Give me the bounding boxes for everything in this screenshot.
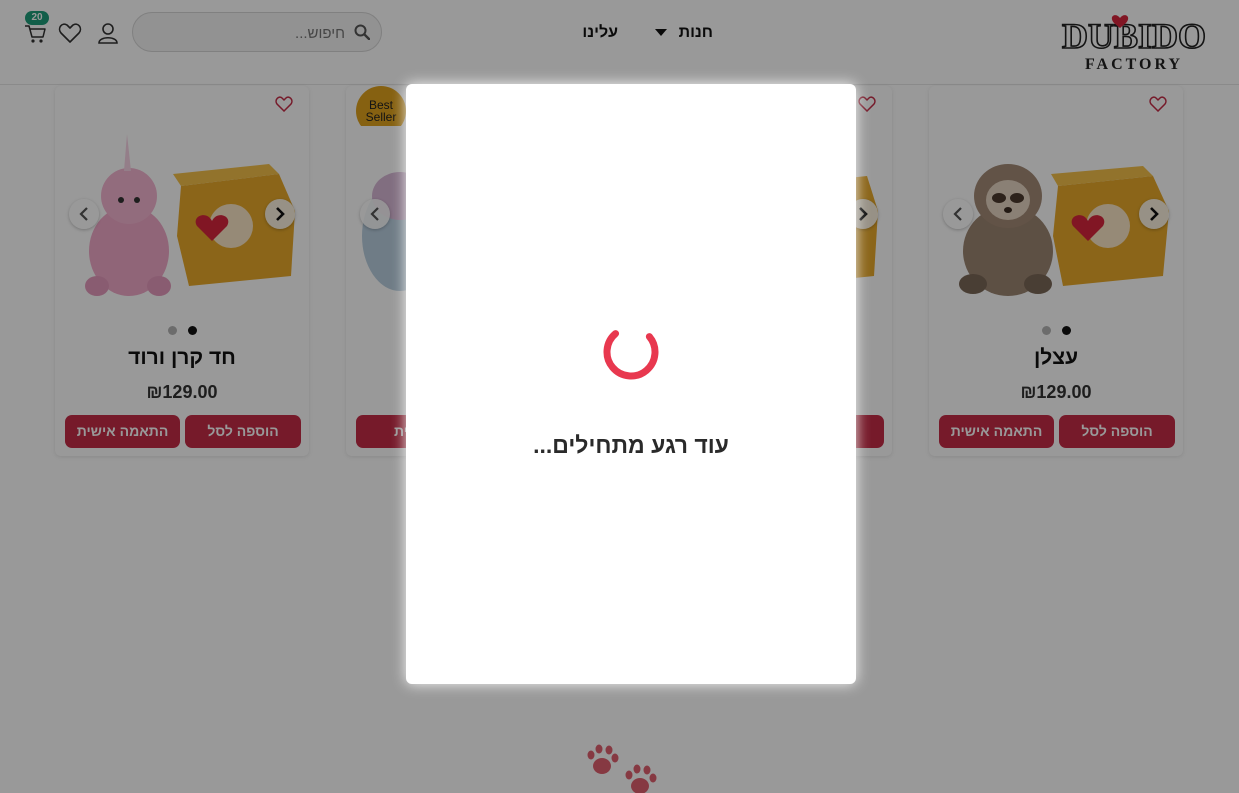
loading-spinner-icon bbox=[603, 330, 659, 380]
loading-modal: עוד רגע מתחילים... bbox=[406, 84, 856, 684]
loading-message: עוד רגע מתחילים... bbox=[533, 432, 729, 458]
